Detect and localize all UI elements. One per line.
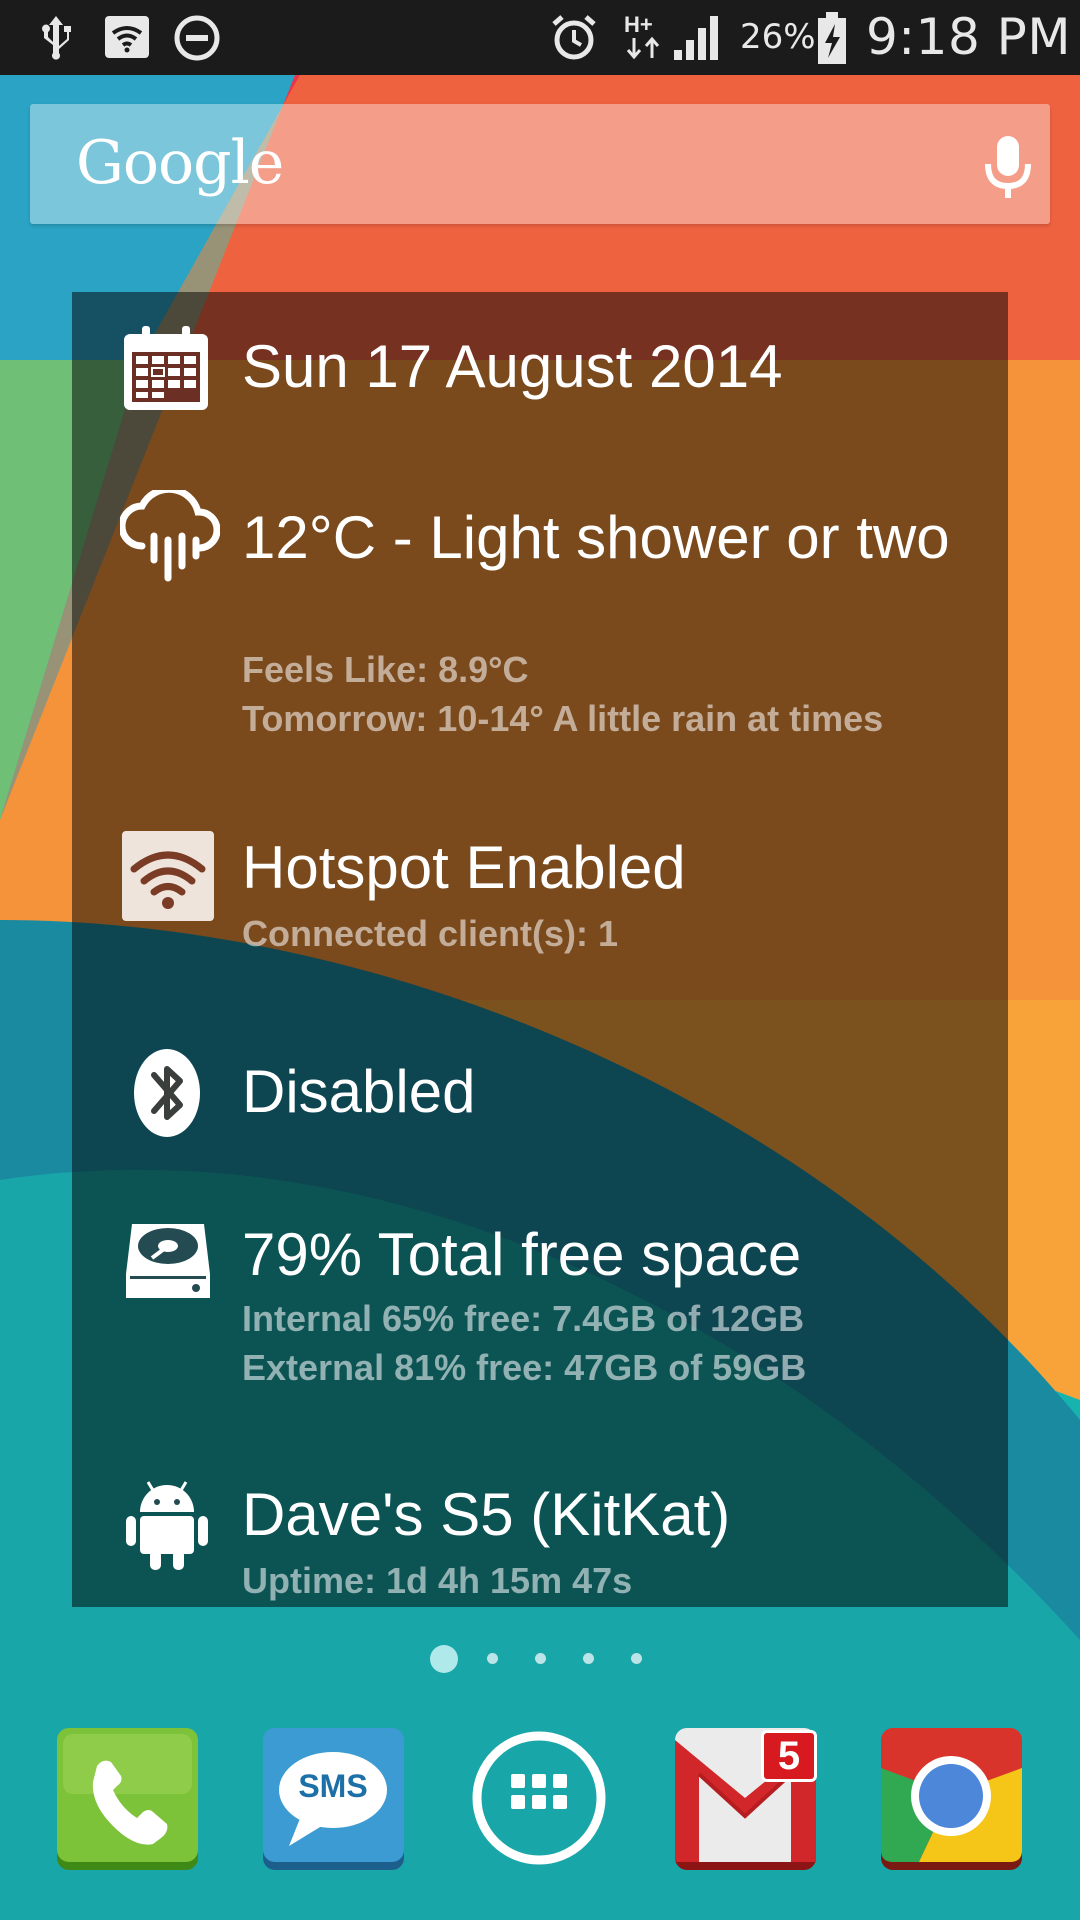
page-dot[interactable] bbox=[583, 1653, 594, 1664]
chrome-app[interactable] bbox=[879, 1728, 1024, 1873]
bluetooth-icon bbox=[134, 1049, 200, 1137]
internal-storage-text: Internal 65% free: 7.4GB of 12GB bbox=[242, 1298, 805, 1339]
clock: 9:18 PM bbox=[866, 8, 1071, 66]
hard-drive-icon bbox=[126, 1224, 210, 1298]
do-not-disturb-icon bbox=[174, 15, 220, 61]
wifi-icon bbox=[122, 831, 214, 921]
page-dot[interactable] bbox=[535, 1653, 546, 1664]
weather-row[interactable]: 12°C - Light shower or two Feels Like: 8… bbox=[72, 490, 1008, 750]
svg-text:H+: H+ bbox=[624, 12, 653, 37]
feels-like-text: Feels Like: 8.9°C bbox=[242, 649, 529, 690]
usb-icon bbox=[42, 16, 71, 60]
signal-icon bbox=[674, 16, 718, 60]
battery-percent: 26% bbox=[740, 17, 816, 57]
google-logo: Google bbox=[76, 128, 284, 198]
page-dot[interactable] bbox=[430, 1645, 458, 1673]
gmail-app[interactable]: 5 bbox=[673, 1728, 818, 1873]
battery-charging-icon bbox=[818, 12, 846, 64]
google-search-bar[interactable]: Google bbox=[30, 104, 1050, 224]
rain-cloud-icon bbox=[120, 490, 220, 582]
external-storage-text: External 81% free: 47GB of 59GB bbox=[242, 1347, 807, 1388]
page-indicator bbox=[0, 1643, 1080, 1673]
sms-label: SMS bbox=[298, 1768, 368, 1804]
storage-row[interactable]: 79% Total free space Internal 65% free: … bbox=[72, 1214, 1008, 1394]
phone-icon bbox=[57, 1728, 198, 1870]
page-dot[interactable] bbox=[487, 1653, 498, 1664]
hotspot-clients-text: Connected client(s): 1 bbox=[242, 913, 619, 954]
phone-app[interactable] bbox=[55, 1728, 200, 1873]
hplus-data-icon: H+ bbox=[624, 12, 660, 60]
uptime-text: Uptime: 1d 4h 15m 47s bbox=[242, 1560, 633, 1601]
device-title: Dave's S5 (KitKat) bbox=[242, 1481, 731, 1548]
date-text: Sun 17 August 2014 bbox=[242, 333, 783, 400]
android-icon bbox=[126, 1481, 208, 1570]
status-bar: H+ 26% 9:18 PM bbox=[0, 0, 1080, 75]
status-widget[interactable]: Sun 17 August 2014 12°C - Light shower o… bbox=[72, 292, 1008, 1607]
hotspot-row[interactable]: Hotspot Enabled Connected client(s): 1 bbox=[72, 827, 1008, 967]
app-drawer[interactable] bbox=[467, 1728, 612, 1873]
calendar-icon bbox=[124, 326, 208, 410]
bluetooth-status: Disabled bbox=[242, 1058, 476, 1125]
page-dot[interactable] bbox=[631, 1653, 642, 1664]
bluetooth-row[interactable]: Disabled bbox=[72, 1047, 1008, 1147]
hotspot-title: Hotspot Enabled bbox=[242, 834, 686, 901]
device-row[interactable]: Dave's S5 (KitKat) Uptime: 1d 4h 15m 47s bbox=[72, 1472, 1008, 1607]
unread-count-badge: 5 bbox=[761, 1730, 817, 1782]
storage-title: 79% Total free space bbox=[242, 1221, 802, 1288]
chrome-icon bbox=[881, 1728, 1022, 1870]
date-row[interactable]: Sun 17 August 2014 bbox=[72, 324, 1008, 424]
mic-icon[interactable] bbox=[978, 132, 1038, 202]
alarm-icon bbox=[552, 15, 596, 60]
weather-title: 12°C - Light shower or two bbox=[242, 504, 950, 571]
dock: SMS 5 bbox=[0, 1720, 1080, 1880]
wifi-hotspot-icon bbox=[105, 16, 149, 58]
messaging-app[interactable]: SMS bbox=[261, 1728, 406, 1873]
app-drawer-icon bbox=[472, 1731, 606, 1865]
tomorrow-forecast-text: Tomorrow: 10-14° A little rain at times bbox=[242, 698, 884, 739]
